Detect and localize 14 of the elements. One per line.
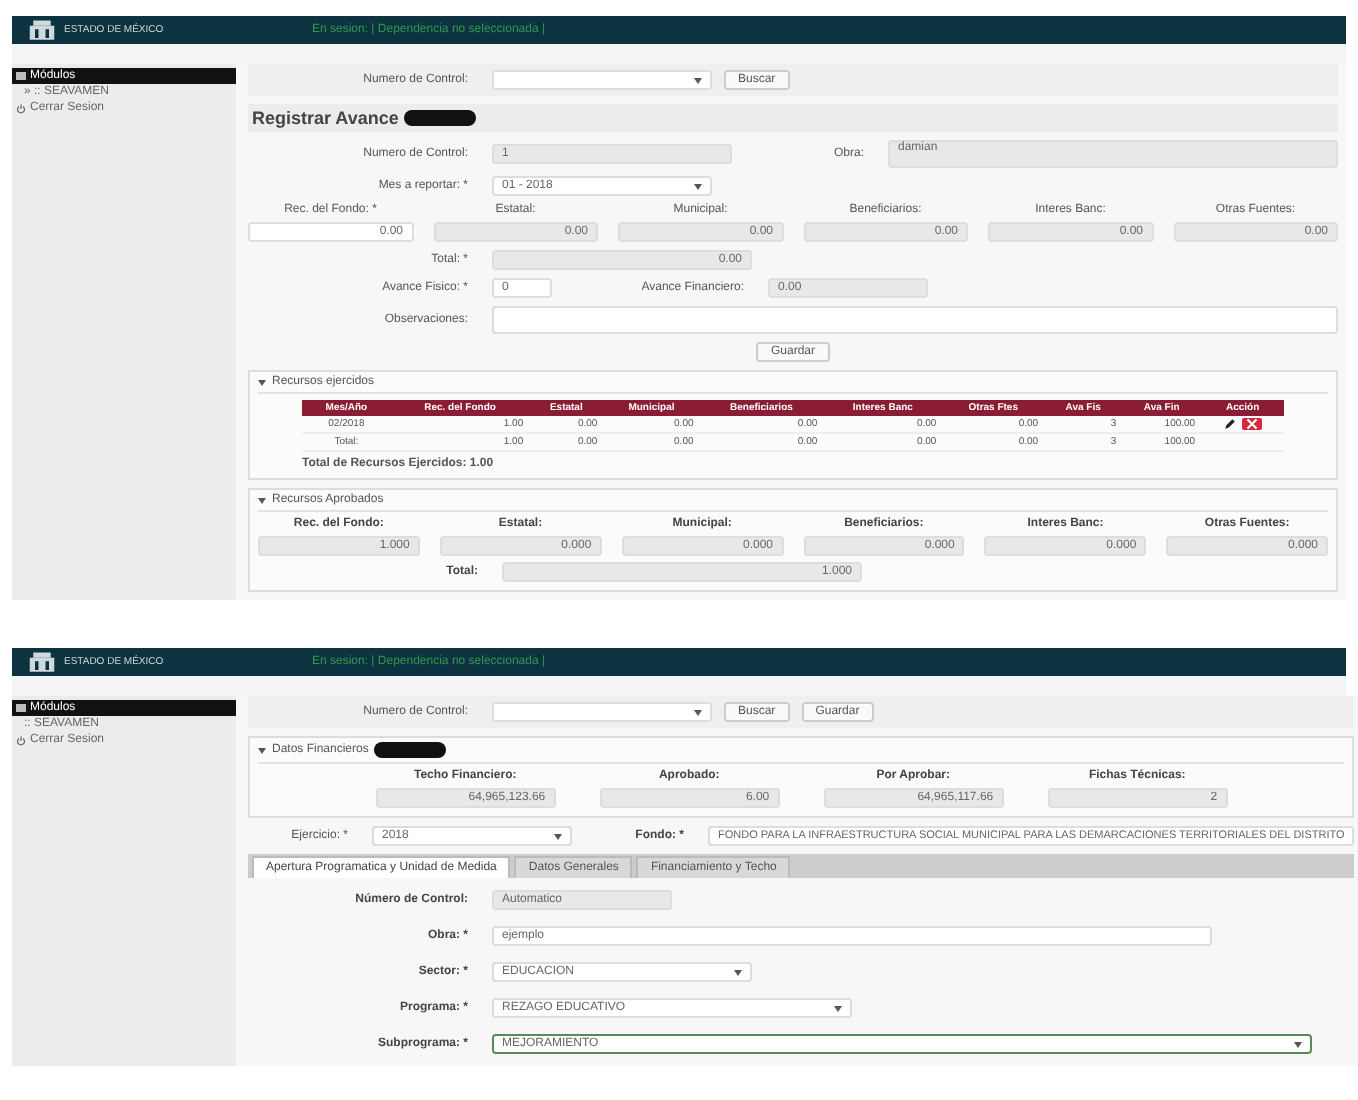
delete-button[interactable] bbox=[1241, 418, 1262, 430]
grid-icon bbox=[16, 72, 26, 80]
power-icon bbox=[16, 735, 26, 746]
collapse-icon bbox=[258, 497, 266, 504]
observations-field[interactable] bbox=[492, 306, 1338, 334]
power-icon bbox=[16, 103, 26, 113]
collapse-icon bbox=[258, 379, 266, 385]
redaction-mark bbox=[404, 110, 477, 126]
form-title: Registrar Avance bbox=[252, 108, 399, 128]
grid-icon bbox=[16, 704, 26, 713]
collapse-icon bbox=[258, 747, 266, 754]
control-number-select[interactable] bbox=[492, 70, 712, 90]
redaction-mark bbox=[374, 742, 447, 759]
control-number-select[interactable] bbox=[492, 702, 712, 723]
